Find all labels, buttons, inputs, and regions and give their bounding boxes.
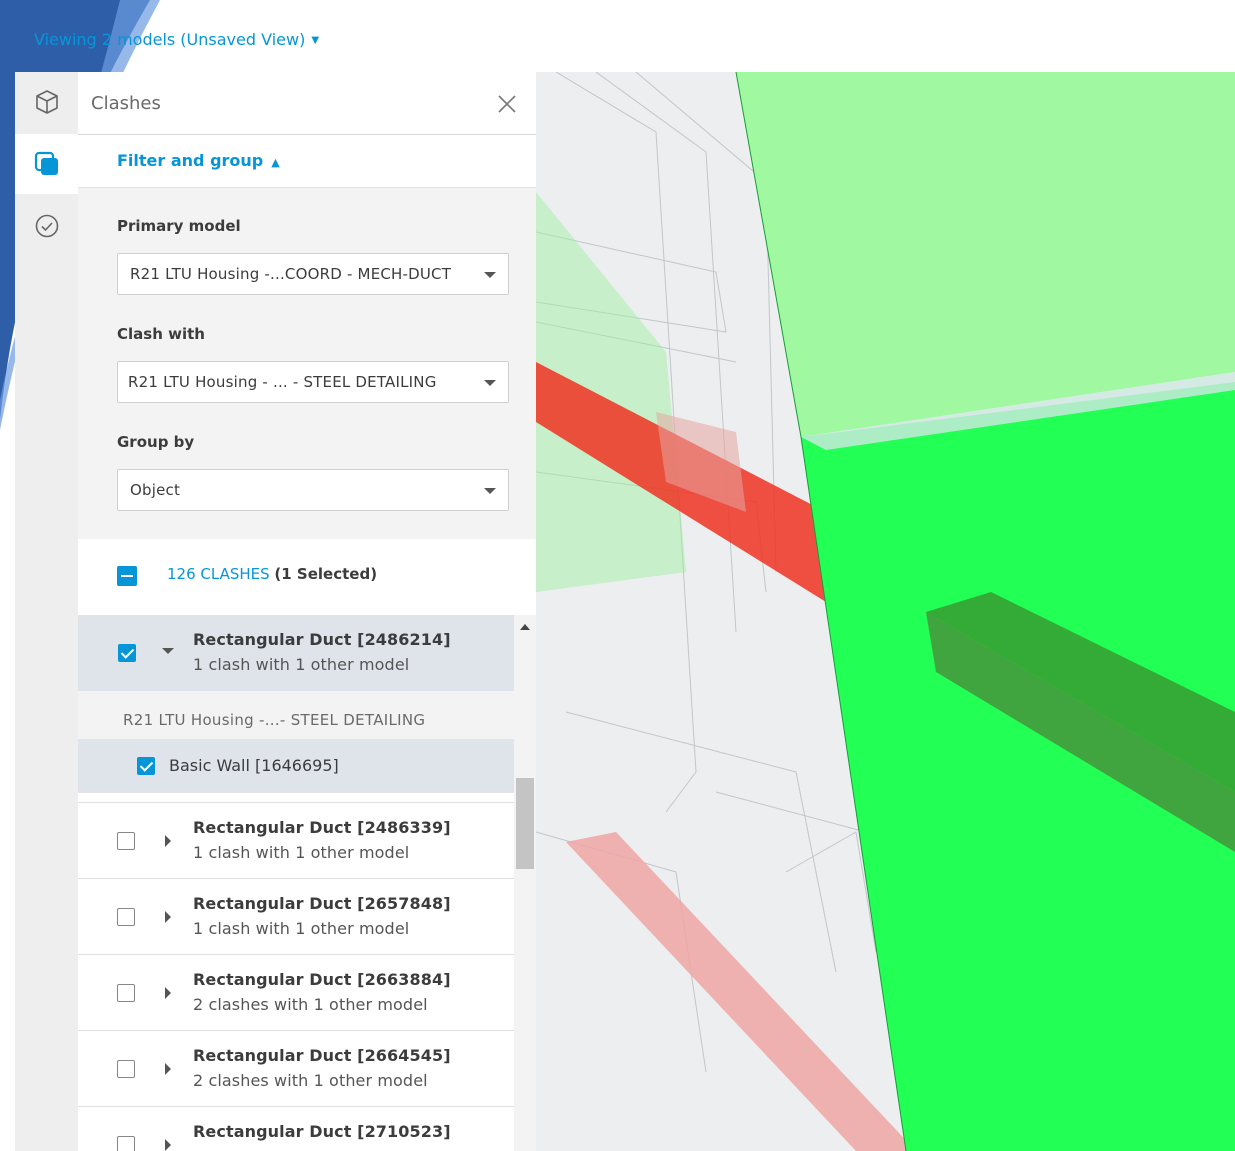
light-green-wall [736, 72, 1235, 437]
caret-down-icon[interactable] [160, 643, 176, 659]
clash-group-row[interactable]: Rectangular Duct [2663884] 2 clashes wit… [78, 955, 514, 1031]
dropdown-arrow-icon [484, 272, 496, 278]
selected-count: (1 Selected) [274, 565, 378, 583]
dropdown-arrow-icon [484, 380, 496, 386]
group-by-label: Group by [117, 433, 195, 451]
filter-and-group-toggle[interactable]: Filter and group ▲ [117, 151, 280, 170]
clash-group-row[interactable]: Rectangular Duct [2486214] 1 clash with … [78, 615, 514, 691]
rail-button-approvals[interactable] [15, 196, 78, 256]
clash-group-row[interactable]: Rectangular Duct [2486339] 1 clash with … [78, 803, 514, 879]
panel-header: Clashes [78, 72, 536, 135]
clashes-summary-bar: 126 CLASHES (1 Selected) [78, 539, 536, 616]
list-scrollbar[interactable] [514, 615, 536, 1151]
row-subtitle: 1 clash with 1 other model [193, 843, 410, 862]
primary-model-value: R21 LTU Housing -...COORD - MECH-DUCT [130, 265, 452, 283]
list-divider [78, 793, 514, 803]
model-viewport[interactable] [536, 72, 1235, 1151]
row-checkbox[interactable] [118, 644, 136, 662]
clash-object-row[interactable]: Basic Wall [1646695] [78, 739, 514, 794]
row-title: Rectangular Duct [2657848] [193, 894, 451, 913]
object-label: Basic Wall [1646695] [169, 756, 339, 775]
clash-group-row[interactable]: Rectangular Duct [2664545] 2 clashes wit… [78, 1031, 514, 1107]
row-title: Rectangular Duct [2486214] [193, 630, 451, 649]
view-selector[interactable]: Viewing 2 models (Unsaved View) ▼ [34, 30, 319, 49]
clash-group-row[interactable]: Rectangular Duct [2710523] [78, 1107, 514, 1151]
caret-up-icon: ▲ [271, 156, 280, 169]
panel-title: Clashes [91, 93, 161, 114]
row-checkbox[interactable] [117, 908, 135, 926]
primary-model-label: Primary model [117, 217, 241, 235]
row-subtitle: 2 clashes with 1 other model [193, 995, 428, 1014]
clash-model-header: R21 LTU Housing -...- STEEL DETAILING [78, 691, 514, 739]
row-checkbox[interactable] [117, 984, 135, 1002]
row-checkbox[interactable] [117, 1136, 135, 1151]
scroll-thumb[interactable] [516, 778, 534, 869]
clashes-count-link[interactable]: 126 CLASHES [167, 565, 270, 583]
dropdown-arrow-icon [484, 488, 496, 494]
select-all-checkbox[interactable] [117, 566, 137, 586]
clash-with-label: Clash with [117, 325, 205, 343]
clash-group-row[interactable]: Rectangular Duct [2657848] 1 clash with … [78, 879, 514, 955]
caret-right-icon[interactable] [160, 833, 176, 849]
row-checkbox[interactable] [117, 832, 135, 850]
row-checkbox[interactable] [117, 1060, 135, 1078]
row-title: Rectangular Duct [2486339] [193, 818, 451, 837]
filter-bar: Filter and group ▲ [78, 135, 536, 188]
cube-icon [35, 90, 58, 114]
view-title-label: Viewing 2 models (Unsaved View) [34, 30, 306, 49]
clash-with-select[interactable]: R21 LTU Housing - ... - STEEL DETAILING [117, 361, 509, 403]
row-subtitle: 1 clash with 1 other model [193, 655, 410, 674]
scroll-up-arrow-icon[interactable] [520, 624, 530, 630]
top-bar: Viewing 2 models (Unsaved View) ▼ [0, 0, 1235, 72]
clash-model-name: R21 LTU Housing -...- STEEL DETAILING [123, 711, 426, 729]
caret-right-icon[interactable] [160, 1061, 176, 1077]
group-by-select[interactable]: Object [117, 469, 509, 511]
row-title: Rectangular Duct [2710523] [193, 1122, 451, 1141]
clash-with-value: R21 LTU Housing - ... - STEEL DETAILING [128, 373, 437, 391]
row-subtitle: 2 clashes with 1 other model [193, 1071, 428, 1090]
filter-toggle-label: Filter and group [117, 151, 264, 170]
clash-count: 126 CLASHES (1 Selected) [167, 565, 377, 583]
clashes-icon [34, 151, 58, 175]
object-checkbox[interactable] [137, 757, 155, 775]
close-icon[interactable] [496, 93, 518, 115]
group-by-value: Object [130, 481, 181, 499]
clashes-panel: Clashes Filter and group ▲ Primary model … [78, 72, 536, 1151]
row-subtitle: 1 clash with 1 other model [193, 919, 410, 938]
check-circle-icon [35, 214, 58, 238]
rail-button-models[interactable] [15, 72, 78, 132]
view-dropdown-caret-icon: ▼ [311, 35, 320, 46]
row-title: Rectangular Duct [2664545] [193, 1046, 451, 1065]
rail-button-clashes[interactable] [15, 134, 78, 194]
caret-right-icon[interactable] [160, 985, 176, 1001]
row-title: Rectangular Duct [2663884] [193, 970, 451, 989]
left-rail [15, 72, 78, 1151]
caret-right-icon[interactable] [160, 909, 176, 925]
primary-model-select[interactable]: R21 LTU Housing -...COORD - MECH-DUCT [117, 253, 509, 295]
caret-right-icon[interactable] [160, 1137, 176, 1151]
clash-list: Rectangular Duct [2486214] 1 clash with … [78, 615, 514, 1151]
